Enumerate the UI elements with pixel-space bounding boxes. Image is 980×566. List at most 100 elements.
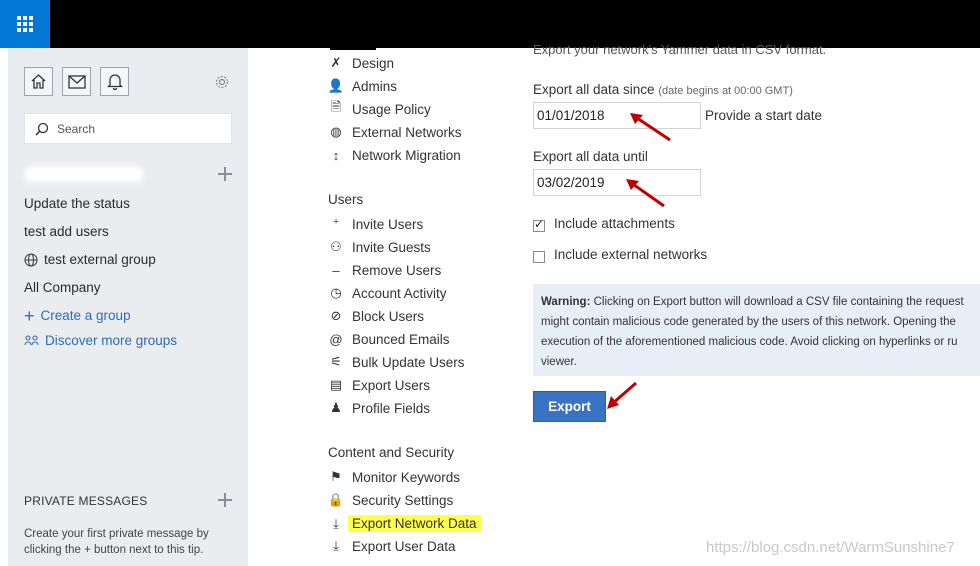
warning-title: Warning:	[541, 296, 591, 308]
nav-item-remove-users[interactable]: – Remove Users	[328, 262, 441, 278]
nav-item-security-settings[interactable]: 🔒 Security Settings	[328, 492, 453, 508]
content-security-heading: Content and Security	[328, 445, 455, 460]
export-users-icon: ▤	[329, 377, 343, 392]
nav-item-label: Network Migration	[352, 147, 461, 163]
watermark: https://blog.csdn.net/WarmSunshine7	[706, 539, 955, 556]
since-label-row: Export all data since (date begins at 00…	[533, 82, 793, 97]
group-item[interactable]: test external group	[24, 252, 156, 267]
plus-icon: +	[24, 305, 35, 326]
notifications-button[interactable]	[100, 67, 129, 96]
nav-item-external-networks[interactable]: ◍ External Networks	[328, 124, 461, 140]
nav-item-label: Export User Data	[352, 538, 456, 554]
warning-line: Warning: Clicking on Export button will …	[541, 292, 980, 312]
nav-item-network-migration[interactable]: ↕ Network Migration	[328, 147, 461, 163]
invite-user-icon: ⁺	[332, 216, 340, 231]
mail-icon	[67, 74, 86, 89]
until-label: Export all data until	[533, 149, 648, 164]
bulk-update-icon: ⚟	[330, 354, 342, 369]
nav-item-label: Monitor Keywords	[352, 469, 461, 485]
discover-groups-link[interactable]: Discover more groups	[24, 333, 177, 348]
group-item[interactable]: Update the status	[24, 196, 130, 211]
nav-item-label: Usage Policy	[352, 101, 431, 117]
nav-item-label: Invite Users	[352, 216, 424, 232]
search-box[interactable]	[24, 113, 232, 144]
nav-item-design[interactable]: ✗ Design	[328, 55, 394, 71]
export-description: Export your network's Yammer data in CSV…	[533, 42, 827, 57]
download-icon: ⤓	[333, 515, 339, 531]
nav-item-admins[interactable]: 👤 Admins	[328, 78, 397, 94]
nav-item-label: Bulk Update Users	[352, 354, 465, 370]
migration-arrows-icon: ↕	[332, 147, 340, 163]
warning-line: might contain malicious code generated b…	[541, 316, 956, 328]
private-messages-tip: Create your first private message by cli…	[24, 528, 209, 556]
globe-icon	[24, 252, 38, 267]
group-item-label: test add users	[24, 224, 109, 239]
end-date-input[interactable]	[533, 169, 701, 196]
app-launcher-button[interactable]	[0, 0, 50, 48]
nav-item-export-users[interactable]: ▤ Export Users	[328, 377, 430, 393]
home-button[interactable]	[24, 67, 53, 96]
include-attachments-checkbox[interactable]	[533, 217, 545, 232]
nav-item-label: Remove Users	[352, 262, 442, 278]
include-external-label: Include external networks	[554, 247, 708, 262]
remove-user-icon: –	[332, 262, 340, 278]
nav-item-usage-policy[interactable]: 🗎 Usage Policy	[328, 99, 431, 117]
policy-icon: 🗎	[330, 99, 342, 114]
start-date-note: Provide a start date	[705, 108, 823, 123]
group-item-label: test external group	[44, 252, 156, 267]
discover-groups-label: Discover more groups	[45, 333, 178, 348]
profile-icon: ♟	[330, 400, 342, 415]
people-icon	[24, 335, 39, 346]
since-hint: (date begins at 00:00 GMT)	[658, 85, 793, 97]
nav-item-account-activity[interactable]: ◷ Account Activity	[328, 285, 446, 301]
nav-item-profile-fields[interactable]: ♟ Profile Fields	[328, 400, 430, 416]
inbox-button[interactable]	[62, 67, 91, 96]
nav-item-export-network-data[interactable]: ⤓ Export Network Data	[328, 515, 481, 532]
nav-item-monitor-keywords[interactable]: ⚑ Monitor Keywords	[328, 469, 460, 485]
nav-item-label: Invite Guests	[352, 239, 431, 255]
nav-item-bounced-emails[interactable]: @ Bounced Emails	[328, 331, 450, 347]
admin-user-icon: 👤	[327, 78, 345, 93]
export-button[interactable]: Export	[533, 391, 606, 422]
add-group-plus-icon[interactable]	[218, 167, 232, 181]
clock-icon: ◷	[330, 285, 342, 300]
lock-icon: 🔒	[327, 492, 345, 507]
redacted-user-name	[24, 166, 144, 182]
waffle-grid-icon	[17, 16, 33, 32]
nav-item-label: Bounced Emails	[352, 331, 450, 347]
nav-item-invite-users[interactable]: ⁺ Invite Users	[328, 216, 424, 232]
warning-box: Warning: Clicking on Export button will …	[533, 284, 980, 376]
nav-item-export-user-data[interactable]: ⤓ Export User Data	[328, 538, 456, 554]
warning-text: Clicking on Export button will download …	[593, 296, 964, 308]
bell-icon	[106, 74, 123, 90]
group-item[interactable]: test add users	[24, 224, 109, 239]
nav-item-invite-guests[interactable]: ⚇ Invite Guests	[328, 239, 431, 255]
group-item[interactable]: All Company	[24, 280, 101, 295]
annotation-arrow-icon	[626, 179, 665, 208]
group-item-label: Update the status	[24, 196, 130, 211]
users-heading: Users	[328, 192, 364, 207]
search-input[interactable]	[55, 120, 229, 137]
nav-item-label: Admins	[352, 78, 398, 94]
invite-guest-icon: ⚇	[330, 239, 342, 254]
nav-item-label: Design	[352, 55, 395, 71]
block-user-icon: ⊘	[330, 308, 342, 323]
new-message-plus-icon[interactable]	[218, 493, 232, 507]
include-external-checkbox[interactable]	[533, 251, 545, 263]
warning-line: viewer.	[541, 356, 577, 368]
flag-icon: ⚑	[330, 469, 342, 484]
nav-item-label: Export Users	[352, 377, 431, 393]
left-sidebar: Update the status test add users test ex…	[8, 48, 248, 566]
nav-item-bulk-update-users[interactable]: ⚟ Bulk Update Users	[328, 354, 465, 370]
at-sign-icon: @	[329, 331, 343, 347]
home-icon	[31, 74, 46, 89]
search-icon	[35, 122, 49, 136]
globe-icon: ◍	[330, 124, 342, 139]
annotation-arrow-icon	[630, 113, 671, 142]
create-group-link[interactable]: + Create a group	[24, 305, 131, 326]
nav-item-label: Export Network Data	[348, 515, 481, 532]
warning-line: execution of the aforementioned maliciou…	[541, 336, 958, 348]
start-date-input[interactable]	[533, 102, 701, 129]
gear-icon[interactable]	[214, 74, 230, 90]
nav-item-block-users[interactable]: ⊘ Block Users	[328, 308, 424, 324]
